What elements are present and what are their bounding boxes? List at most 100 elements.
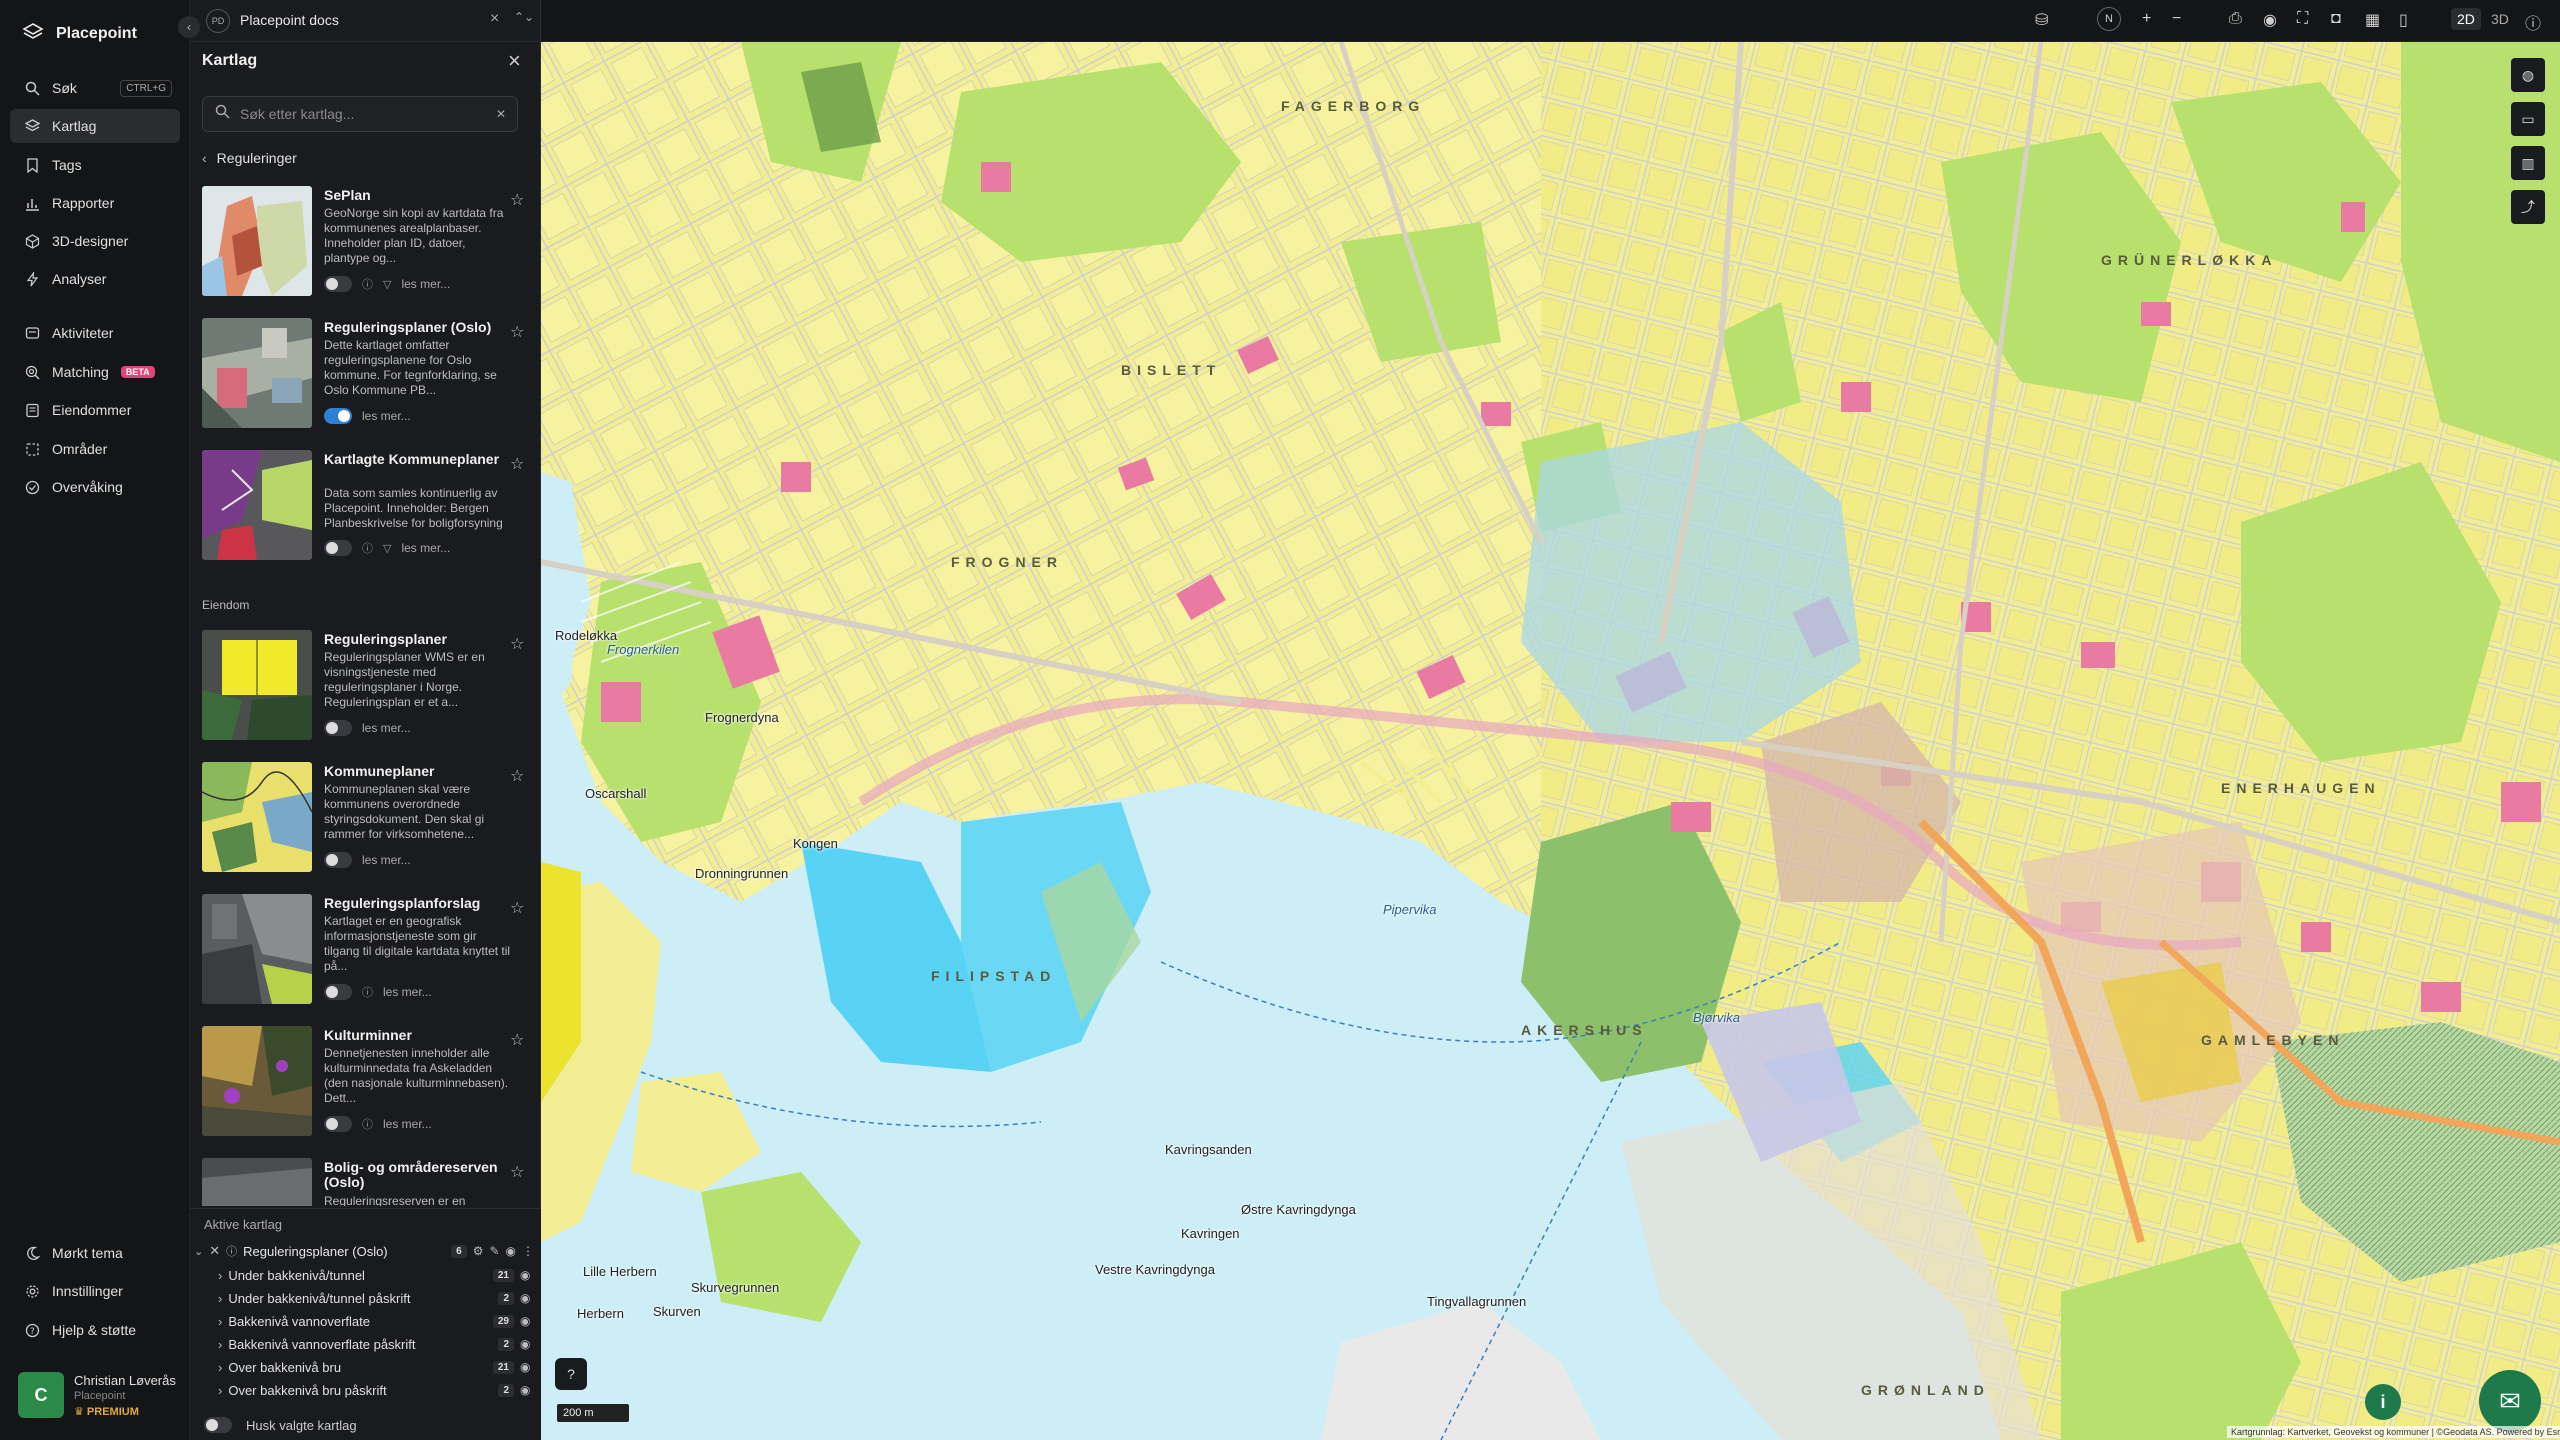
read-more-link[interactable]: les mer... [383,1117,432,1131]
sublayer-row[interactable]: › Over bakkenivå bru 21 ◉ [218,1357,534,1377]
filter-icon[interactable]: ▽ [383,542,391,555]
nav-item-activities[interactable]: Aktiviteter [10,316,180,350]
remember-layers[interactable]: Husk valgte kartlag [204,1417,357,1433]
nav-item-monitoring[interactable]: Overvåking [10,470,180,504]
eye-icon[interactable]: ◉ [520,1337,534,1351]
layer-search[interactable]: ✕ [202,96,518,132]
nav-item-reports[interactable]: Rapporter [10,186,180,220]
sublayer-row[interactable]: › Under bakkenivå/tunnel 21 ◉ [218,1265,534,1285]
sublayer-row[interactable]: › Bakkenivå vannoverflate påskrift 2 ◉ [218,1334,534,1354]
map-tool-route-button[interactable]: ⤴ [2511,190,2545,224]
map-tool-layers-button[interactable]: ◍ [2511,58,2545,92]
doc-title[interactable]: Placepoint docs [240,12,339,28]
read-more-link[interactable]: les mer... [362,721,411,735]
nav-item-analyses[interactable]: Analyser [10,262,180,296]
clear-search-icon[interactable]: ✕ [496,107,506,121]
info-icon[interactable]: ⓘ [362,984,373,1000]
user-profile[interactable]: C Christian Løverås Placepoint ♛ PREMIUM [18,1372,176,1418]
layer-toggle[interactable] [324,540,352,556]
fullscreen-icon[interactable]: ⛶ [2297,10,2308,28]
nav-item-search[interactable]: Søk CTRL+G [10,71,180,105]
mode-3d-button[interactable]: 3D [2485,8,2515,30]
chat-button[interactable]: ✉ [2479,1370,2541,1432]
sublayer-row[interactable]: › Over bakkenivå bru påskrift 2 ◉ [218,1380,534,1400]
map-tool-measure-button[interactable]: ▭ [2511,102,2545,136]
nav-item-areas[interactable]: Områder [10,432,180,466]
sublayer-row[interactable]: › Bakkenivå vannoverflate 29 ◉ [218,1311,534,1331]
breadcrumb[interactable]: ‹ Reguleringer [202,150,297,166]
layer-toggle[interactable] [324,984,352,1000]
close-doc-icon[interactable]: × [490,10,499,28]
read-more-link[interactable]: les mer... [362,409,411,423]
sublayer-row[interactable]: › Under bakkenivå/tunnel påskrift 2 ◉ [218,1288,534,1308]
chevron-right-icon[interactable]: › [218,1360,222,1375]
visibility-icon[interactable]: ◉ [2263,10,2277,30]
map-tool-chart-button[interactable]: ▥ [2511,146,2545,180]
map-help-button[interactable]: ? [555,1358,587,1390]
eye-icon[interactable]: ◉ [520,1268,534,1282]
nav-item-matching[interactable]: Matching BETA [10,355,180,389]
layer-card-reguleringsplaner[interactable]: Reguleringsplaner ☆ Reguleringsplaner WM… [202,630,532,742]
edit-icon[interactable]: ✎ [489,1244,499,1258]
chevron-right-icon[interactable]: › [218,1337,222,1352]
chevron-right-icon[interactable]: › [218,1383,222,1398]
mode-2d-button[interactable]: 2D [2451,8,2481,30]
remember-toggle[interactable] [204,1417,232,1433]
info-icon[interactable]: ⓘ [362,540,373,556]
layer-card-kartlagte-kommuneplaner[interactable]: Kartlagte Kommuneplaner ☆ Data som samle… [202,450,532,562]
chevron-updown-icon[interactable]: ⌃⌄ [514,10,534,24]
eye-icon[interactable]: ◉ [520,1291,534,1305]
brand[interactable]: Placepoint [22,20,137,48]
layer-card-reguleringsplanforslag[interactable]: Reguleringsplanforslag ☆ Kartlaget er en… [202,894,532,1006]
info-icon[interactable]: ⓘ [226,1243,237,1259]
eye-icon[interactable]: ◉ [520,1314,534,1328]
chevron-right-icon[interactable]: › [218,1314,222,1329]
nav-item-dark-theme[interactable]: Mørkt tema [10,1236,180,1270]
chevron-right-icon[interactable]: › [218,1291,222,1306]
info-icon[interactable]: ⓘ [362,1116,373,1132]
nav-item-properties[interactable]: Eiendommer [10,393,180,427]
filter-icon[interactable]: ▽ [383,278,391,291]
layer-card-kulturminner[interactable]: Kulturminner ☆ Dennetjenesten inneholder… [202,1026,532,1138]
grid-icon[interactable]: ▦ [2365,10,2380,30]
compass-button[interactable]: N [2097,7,2121,31]
remove-layer-icon[interactable]: ✕ [209,1243,220,1259]
bookmark-icon[interactable]: ▯ [2399,10,2408,30]
settings-icon[interactable]: ⚙ [473,1244,484,1258]
camera-icon[interactable]: ◘ [2331,10,2341,28]
eye-icon[interactable]: ◉ [520,1360,534,1374]
active-layer-root[interactable]: ⌄ ✕ ⓘ Reguleringsplaner (Oslo) 6 ⚙ ✎ ◉ ⋮ [194,1241,534,1261]
read-more-link[interactable]: les mer... [362,853,411,867]
layer-toggle[interactable] [324,276,352,292]
layer-search-input[interactable] [240,106,480,122]
print-layers-icon[interactable]: ⛁ [2035,10,2048,30]
chevron-right-icon[interactable]: › [218,1268,222,1283]
map-canvas[interactable]: FAGERBORG BISLETT GRÜNERLØKKA FROGNER FI… [541,42,2560,1440]
close-panel-icon[interactable]: × [508,48,521,74]
star-icon[interactable]: ☆ [510,1162,524,1182]
layer-toggle[interactable] [324,852,352,868]
read-more-link[interactable]: les mer... [401,277,450,291]
layer-toggle[interactable] [324,408,352,424]
zoom-in-icon[interactable]: + [2142,10,2151,28]
collapse-nav-button[interactable]: ‹ [178,16,200,38]
more-icon[interactable]: ⋮ [522,1244,534,1258]
info-icon[interactable]: ⓘ [362,276,373,292]
nav-item-settings[interactable]: Innstillinger [10,1274,180,1308]
nav-item-tags[interactable]: Tags [10,148,180,182]
star-icon[interactable]: ☆ [510,454,524,474]
nav-item-3d-designer[interactable]: 3D-designer [10,224,180,258]
layer-card-kommuneplaner[interactable]: Kommuneplaner ☆ Kommuneplanen skal være … [202,762,532,874]
layer-toggle[interactable] [324,1116,352,1132]
layer-card-seplan[interactable]: SePlan ☆ GeoNorge sin kopi av kartdata f… [202,186,532,298]
nav-item-layers[interactable]: Kartlag [10,109,180,143]
info-icon[interactable]: ⓘ [2525,10,2541,34]
read-more-link[interactable]: les mer... [383,985,432,999]
nav-item-help[interactable]: ? Hjelp & støtte [10,1313,180,1347]
map-info-button[interactable]: i [2365,1384,2401,1420]
read-more-link[interactable]: les mer... [401,541,450,555]
zoom-out-icon[interactable]: − [2172,10,2181,28]
eye-icon[interactable]: ◉ [520,1383,534,1397]
layer-card-bolig-omradereserven[interactable]: Bolig- og områdereserven (Oslo) ☆ Regule… [202,1158,532,1206]
print-icon[interactable]: ⎙ [2229,10,2242,28]
